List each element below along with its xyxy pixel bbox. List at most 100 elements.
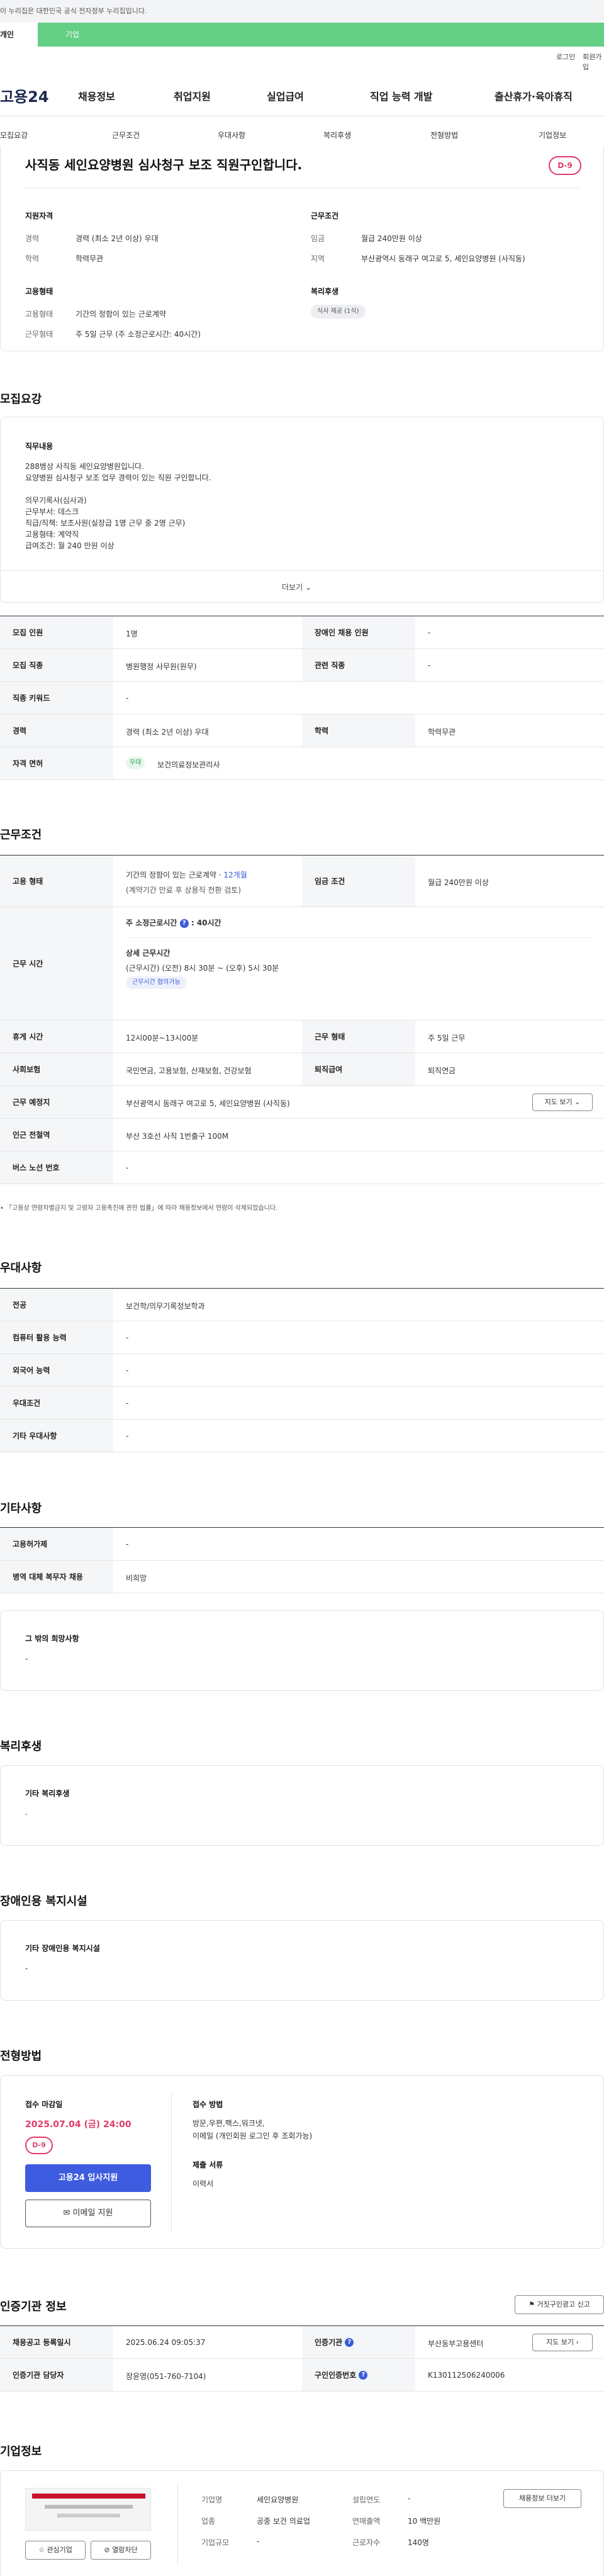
pref-label: 기타 우대사항: [0, 1420, 113, 1452]
gnb-parental-leave[interactable]: 출산휴가·육아휴직: [495, 88, 573, 103]
subnav-recruit[interactable]: 모집요강: [0, 130, 28, 140]
block-button[interactable]: ⊘ 열람차단: [91, 2541, 151, 2560]
method-value-2: 이메일 (개인회원 로그인 후 조회가능): [193, 2132, 313, 2140]
gnb-job-info[interactable]: 채용정보: [78, 88, 115, 103]
work-hours-label: 근무 시간: [0, 907, 113, 1020]
career-row-value: 경력 (최소 2년 이상) 우대: [126, 728, 209, 737]
help-icon[interactable]: ?: [359, 2370, 368, 2380]
chevron-down-icon: ⌄: [305, 583, 312, 592]
work-wage-value: 월급 240만원 이상: [428, 878, 489, 887]
company-logo-image: [25, 2488, 151, 2531]
duty-card: [0, 417, 604, 603]
welfare-box-title: 기타 복리후생: [25, 1789, 70, 1798]
cert-id-value: K130112506240006: [428, 2371, 505, 2380]
bus-value: -: [126, 1163, 129, 1172]
table-row: 사회보험 국민연금, 고용보험, 산재보험, 건강보험 퇴직급여 퇴직연금: [0, 1053, 604, 1086]
wage-label: 임금: [311, 234, 325, 243]
gnb-unemployment-benefit[interactable]: 실업급여: [267, 88, 304, 103]
pref-heading: 우대사항: [0, 1262, 42, 1275]
gov-banner-text: 이 누리집은 대한민국 공식 전자정부 누리집입니다.: [0, 7, 147, 15]
pref-label: 컴퓨터 활용 능력: [0, 1321, 113, 1353]
agency-map-label: 지도 보기: [546, 2338, 574, 2346]
docs-label: 제출 서류: [193, 2161, 223, 2169]
email-apply-button[interactable]: ✉ 이메일 지원: [25, 2200, 151, 2227]
company-jobs-button[interactable]: 채용정보 더보기: [503, 2489, 581, 2508]
reg-label: 채용공고 등록일시: [0, 2326, 113, 2358]
login-link[interactable]: 로그인: [556, 52, 575, 62]
report-button[interactable]: ⚑ 거짓구인광고 신고: [515, 2295, 604, 2314]
qual-heading: 지원자격: [25, 212, 53, 220]
apply-button[interactable]: 고용24 입사지원: [25, 2164, 151, 2192]
pref-value: -: [126, 1399, 129, 1408]
hours-value: 40시간: [196, 918, 221, 927]
age-notice: • 「고용상 연령차별금지 및 고령자 고용촉진에 관한 법률」에 따라 채용정…: [0, 1205, 278, 1212]
site-logo[interactable]: 고용24: [0, 84, 49, 106]
form-value: 주 5일 근무: [428, 1034, 466, 1042]
work-type-label: 고용 형태: [0, 856, 113, 907]
disability-box-title: 기타 장애인용 복지시설: [25, 1944, 100, 1953]
welfare-box-value: .: [25, 1808, 28, 1817]
gov-banner: 이 누리집은 대한민국 공식 전자정부 누리집입니다.: [0, 0, 604, 23]
severance-label: 퇴직급여: [302, 1053, 415, 1085]
gnb-employment-support[interactable]: 취업지원: [174, 88, 211, 103]
tab-company[interactable]: 기업: [38, 23, 604, 47]
detail-title: 상세 근무시간: [126, 949, 171, 958]
break-value: 12시00분~13시00분: [126, 1034, 199, 1042]
size-label: 기업규모: [201, 2538, 230, 2547]
loc-label: 지역: [311, 254, 325, 263]
subnav-company[interactable]: 기업정보: [539, 130, 566, 140]
emp-heading: 고용형태: [25, 287, 53, 296]
agency-value: 부산동부고용센터: [428, 2339, 484, 2348]
subnav-conditions[interactable]: 근무조건: [112, 130, 140, 140]
agency-label-text: 인증기관: [315, 2338, 343, 2347]
etc-value: -: [126, 1540, 129, 1549]
logo-stripe: [32, 2494, 145, 2499]
company-divider: [177, 2483, 178, 2566]
pref-label: 우대조건: [0, 1387, 113, 1419]
sales-value: 10 백만원: [408, 2517, 441, 2526]
job-title: 사직동 세인요양병원 심사청구 보조 직원구인합니다.: [25, 157, 303, 172]
disability-heading: 장애인용 복지시설: [0, 1895, 87, 1908]
dday-text: D-9: [557, 161, 573, 170]
logo-line: [57, 2514, 120, 2517]
duty-line: 고용형태: 계약직: [25, 530, 79, 539]
pref-value: -: [126, 1432, 129, 1440]
hours-divider: [126, 937, 591, 938]
signup-link[interactable]: 회원가입: [583, 52, 604, 72]
break-label: 휴게 시간: [0, 1020, 113, 1053]
table-row: 모집 직종 병원행정 사무원(원무) 관련 직종 -: [0, 649, 604, 682]
subnav-welfare[interactable]: 복리후생: [323, 130, 351, 140]
welfare-section-heading: 복리후생: [0, 1740, 42, 1753]
chevron-right-icon: ›: [576, 2338, 579, 2346]
method-label: 접수 방법: [193, 2100, 223, 2109]
edu-row-label: 학력: [302, 715, 415, 747]
edu-value: 학력무관: [76, 254, 104, 263]
recruit-heading: 모집요강: [0, 393, 42, 406]
loc-value: 부산광역시 동래구 여고로 5, 세인요양병원 (사직동): [361, 254, 525, 263]
gnb-vocational-training[interactable]: 직업 능력 개발: [370, 88, 432, 103]
deadline-label: 접수 마감일: [25, 2100, 63, 2109]
help-icon[interactable]: ?: [345, 2337, 354, 2347]
welfare-heading: 복리후생: [311, 287, 339, 296]
help-icon[interactable]: ?: [179, 918, 189, 928]
welfare-badge: 식사 제공 (1식): [311, 305, 366, 319]
more-button[interactable]: 더보기 ⌄: [282, 582, 311, 592]
method-value-1: 방문,우편,팩스,워크넷,: [193, 2119, 265, 2128]
tab-personal[interactable]: 개인: [0, 23, 38, 47]
company-name-value: 세인요양병원: [257, 2495, 299, 2504]
pref-value: 보건학/의무기록정보학과: [126, 1302, 205, 1311]
subnav-process[interactable]: 전형방법: [430, 130, 458, 140]
map-button[interactable]: 지도 보기 ⌄: [532, 1093, 593, 1111]
work-wage-label: 임금 조건: [302, 856, 415, 907]
severance-value: 퇴직연금: [428, 1066, 456, 1075]
process-dday-text: D-9: [32, 2141, 46, 2149]
agency-map-button[interactable]: 지도 보기 ›: [532, 2334, 593, 2351]
subnav-preference[interactable]: 우대사항: [218, 130, 245, 140]
year-value: -: [408, 2494, 411, 2503]
table-row: 근무 예정지 부산광역시 동래구 여고로 5, 세인요양병원 (사직동) 지도 …: [0, 1086, 604, 1119]
duty-heading: 직무내용: [25, 442, 53, 451]
wish-value: -: [25, 1654, 28, 1663]
interest-button[interactable]: ☆ 관심기업: [25, 2541, 86, 2560]
license-label: 자격 면허: [0, 747, 113, 779]
disability-box-value: -: [25, 1964, 28, 1973]
